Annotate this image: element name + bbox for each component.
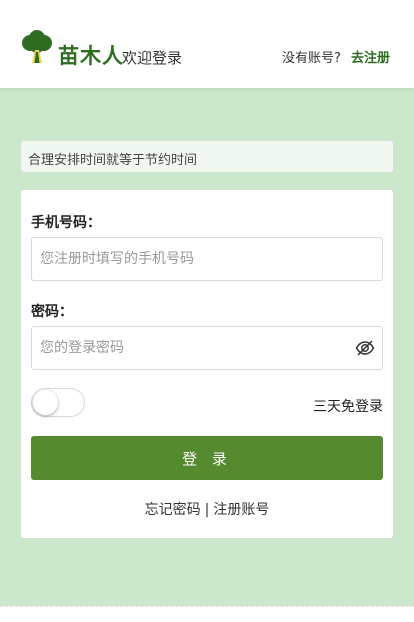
eye-off-icon[interactable] (355, 338, 375, 358)
link-separator: | (204, 502, 210, 518)
phone-label: 手机号码： (31, 215, 101, 231)
top-header: 苗木人 欢迎登录 没有账号? 去注册 (0, 0, 414, 88)
no-account-text: 没有账号? (282, 51, 341, 66)
password-input[interactable] (31, 326, 383, 370)
footer-strip (0, 606, 414, 622)
register-account-link[interactable]: 注册账号 (213, 502, 269, 518)
tree-logo-icon (22, 30, 52, 63)
welcome-text: 欢迎登录 (122, 49, 183, 67)
remember-label: 三天免登录 (313, 399, 383, 415)
header-register-link[interactable]: 去注册 (351, 47, 390, 66)
brand-name: 苗木人 (58, 44, 124, 68)
password-label: 密码： (31, 304, 73, 320)
login-card: 手机号码： 密码： 三天免登录 登 录 忘记密码|注册账号 (21, 190, 393, 538)
login-button[interactable]: 登 录 (31, 436, 383, 480)
forgot-password-link[interactable]: 忘记密码 (145, 502, 201, 518)
bottom-links: 忘记密码 | 注册账号 (21, 499, 393, 519)
remember-toggle[interactable] (31, 388, 85, 417)
tip-text: 合理安排时间就等于节约时间 (28, 153, 198, 168)
tip-bar: 合理安排时间就等于节约时间 (21, 141, 393, 172)
phone-input[interactable] (31, 237, 383, 281)
toggle-knob (33, 390, 58, 415)
